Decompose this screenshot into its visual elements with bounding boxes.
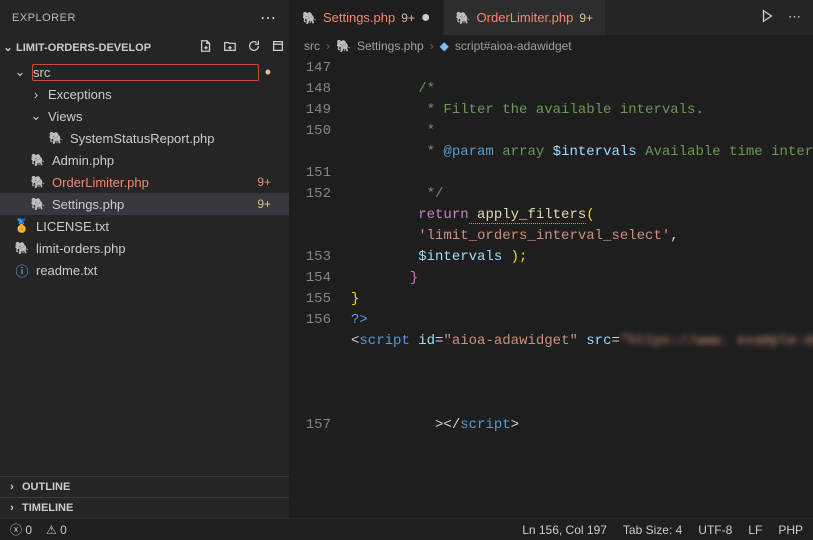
- php-icon: [30, 175, 46, 189]
- tree-file[interactable]: Admin.php: [0, 149, 289, 171]
- tree-file-settings[interactable]: Settings.php 9+: [0, 193, 289, 215]
- section-label: TIMELINE: [22, 502, 73, 514]
- chevron-right-icon: ›: [30, 87, 42, 102]
- file-label: SystemStatusReport.php: [70, 131, 289, 146]
- file-label: LICENSE.txt: [36, 219, 289, 234]
- php-icon: [456, 10, 471, 25]
- outline-section[interactable]: › OUTLINE: [0, 476, 289, 497]
- php-icon: [48, 131, 64, 145]
- more-icon[interactable]: ⋯: [788, 9, 801, 26]
- file-label: Admin.php: [52, 153, 289, 168]
- php-icon: [336, 39, 351, 53]
- section-label: OUTLINE: [22, 481, 70, 493]
- tab-badge: 9+: [401, 11, 415, 25]
- error-icon: ⓧ: [10, 523, 22, 537]
- editor-area: Settings.php 9+ ● OrderLimiter.php 9+ ⋯ …: [290, 0, 813, 518]
- php-icon: [30, 153, 46, 167]
- project-name: LIMIT-ORDERS-DEVELOP: [16, 42, 151, 54]
- file-label: Settings.php: [52, 197, 251, 212]
- new-file-icon[interactable]: [199, 39, 213, 56]
- collapse-icon[interactable]: [271, 39, 285, 56]
- chevron-right-icon: ›: [326, 39, 330, 53]
- run-icon[interactable]: [760, 9, 774, 26]
- status-warnings[interactable]: ⚠ 0: [46, 523, 67, 537]
- chevron-down-icon: ⌄: [30, 108, 42, 124]
- symbol-icon: ◆: [440, 39, 449, 53]
- breadcrumb[interactable]: src › Settings.php › ◆ script#aioa-adawi…: [290, 35, 813, 58]
- refresh-icon[interactable]: [247, 39, 261, 56]
- folder-label: Exceptions: [48, 87, 289, 102]
- timeline-section[interactable]: › TIMELINE: [0, 497, 289, 518]
- chevron-down-icon: ⌄: [2, 41, 14, 54]
- explorer-title: EXPLORER: [12, 12, 76, 24]
- tree-file[interactable]: 🏅 LICENSE.txt: [0, 215, 289, 237]
- file-label: readme.txt: [36, 263, 289, 278]
- tab-label: Settings.php: [323, 10, 395, 25]
- folder-label: Views: [48, 109, 289, 124]
- tree-folder-views[interactable]: ⌄ Views: [0, 105, 289, 127]
- chevron-down-icon: ⌄: [14, 64, 26, 80]
- breadcrumb-part[interactable]: Settings.php: [357, 39, 424, 53]
- status-tabsize[interactable]: Tab Size: 4: [623, 523, 682, 537]
- file-tree: ⌄ src • › Exceptions ⌄ Views SystemStatu…: [0, 59, 289, 476]
- file-label: limit-orders.php: [36, 241, 289, 256]
- tree-file[interactable]: SystemStatusReport.php: [0, 127, 289, 149]
- chevron-right-icon: ›: [6, 481, 18, 493]
- tab-label: OrderLimiter.php: [477, 10, 574, 25]
- tab-bar: Settings.php 9+ ● OrderLimiter.php 9+ ⋯: [290, 0, 813, 35]
- code-content[interactable]: /* * Filter the available intervals. * *…: [345, 58, 813, 518]
- tree-file[interactable]: ⓘ readme.txt: [0, 259, 289, 281]
- breadcrumb-part[interactable]: script#aioa-adawidget: [455, 39, 572, 53]
- editor-body[interactable]: 147 148 149 150 151 152 153 154 155 156 …: [290, 58, 813, 518]
- explorer-header: EXPLORER ⋯: [0, 0, 289, 36]
- status-eol[interactable]: LF: [748, 523, 762, 537]
- sidebar: EXPLORER ⋯ ⌄ LIMIT-ORDERS-DEVELOP ⌄ src …: [0, 0, 290, 518]
- line-gutter: 147 148 149 150 151 152 153 154 155 156 …: [290, 58, 345, 518]
- chevron-right-icon: ›: [430, 39, 434, 53]
- folder-label: src: [32, 64, 259, 81]
- status-cursor[interactable]: Ln 156, Col 197: [522, 523, 607, 537]
- chevron-right-icon: ›: [6, 502, 18, 514]
- status-language[interactable]: PHP: [778, 523, 803, 537]
- status-errors[interactable]: ⓧ 0: [10, 521, 32, 538]
- info-icon: ⓘ: [14, 261, 30, 280]
- tree-file[interactable]: limit-orders.php: [0, 237, 289, 259]
- tab-settings[interactable]: Settings.php 9+ ●: [290, 0, 444, 35]
- file-label: OrderLimiter.php: [52, 175, 251, 190]
- tree-file-orderlimiter[interactable]: OrderLimiter.php 9+: [0, 171, 289, 193]
- git-badge: 9+: [257, 197, 271, 211]
- status-bar: ⓧ 0 ⚠ 0 Ln 156, Col 197 Tab Size: 4 UTF-…: [0, 518, 813, 540]
- more-icon[interactable]: ⋯: [260, 8, 277, 28]
- breadcrumb-part[interactable]: src: [304, 39, 320, 53]
- tree-folder-exceptions[interactable]: › Exceptions: [0, 83, 289, 105]
- tree-folder-src[interactable]: ⌄ src •: [0, 61, 289, 83]
- php-icon: [14, 241, 30, 255]
- warning-icon: ⚠: [46, 523, 57, 537]
- status-encoding[interactable]: UTF-8: [698, 523, 732, 537]
- project-header[interactable]: ⌄ LIMIT-ORDERS-DEVELOP: [0, 36, 289, 59]
- tab-badge: 9+: [579, 11, 593, 25]
- php-icon: [30, 197, 46, 211]
- php-icon: [302, 10, 317, 25]
- new-folder-icon[interactable]: [223, 39, 237, 56]
- license-icon: 🏅: [14, 218, 30, 234]
- git-badge: 9+: [257, 175, 271, 189]
- tab-orderlimiter[interactable]: OrderLimiter.php 9+: [444, 0, 606, 35]
